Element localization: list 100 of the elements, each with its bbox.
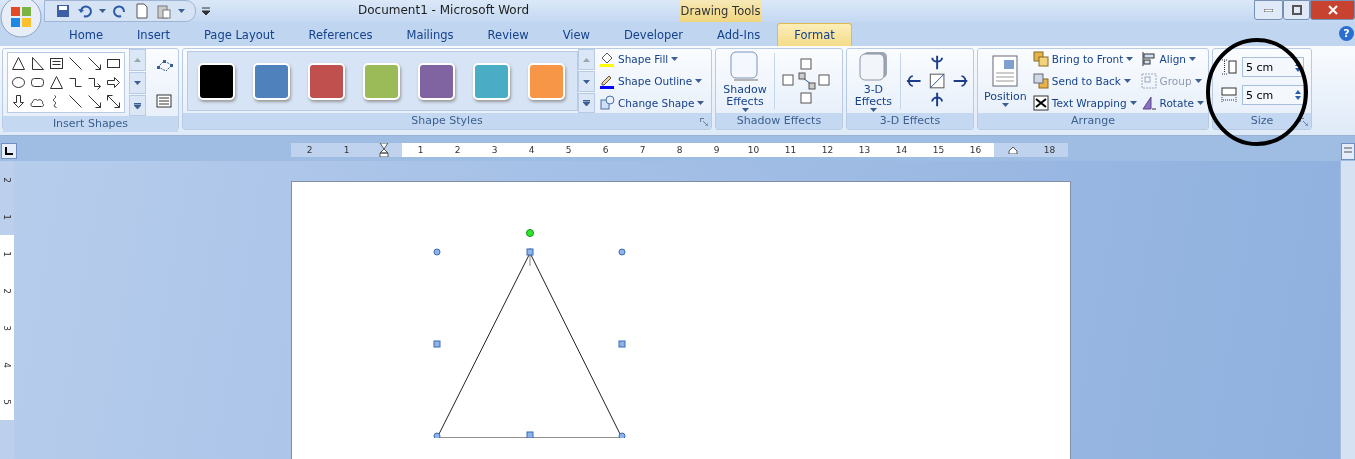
spinner-arrows-icon <box>1295 62 1301 72</box>
3d-square-icon <box>857 50 890 82</box>
scroll-down-button[interactable] <box>578 71 595 92</box>
shape-command[interactable]: Change Shape <box>599 94 705 112</box>
style-swatch[interactable] <box>363 62 400 100</box>
new-document-icon[interactable] <box>134 3 150 19</box>
arrange-command[interactable]: Bring to Front <box>1032 50 1137 68</box>
scroll-down-button[interactable] <box>129 72 146 94</box>
ribbon-tab[interactable]: Mailings <box>389 24 471 46</box>
indent-marker-icon[interactable] <box>1007 146 1018 154</box>
caret-icon <box>178 9 185 13</box>
style-swatch[interactable] <box>308 62 345 100</box>
save-icon[interactable] <box>55 3 71 19</box>
group-label: Insert Shapes <box>3 116 178 132</box>
position-button[interactable]: Position <box>982 55 1029 107</box>
left-tab-icon <box>5 147 13 155</box>
group-icon <box>1140 73 1157 89</box>
minimize-icon <box>1264 8 1273 12</box>
view-ruler-icon[interactable] <box>1341 143 1355 161</box>
undo-icon[interactable] <box>77 3 93 19</box>
ruler-number: 2 <box>439 143 476 157</box>
ruler-number: 14 <box>883 143 920 157</box>
width-field[interactable]: 5 cm <box>1242 85 1304 105</box>
ribbon-tab[interactable]: Insert <box>119 24 187 46</box>
more-button[interactable] <box>129 95 146 116</box>
arrange-command[interactable]: Rotate <box>1140 94 1204 112</box>
page-layout-icon <box>992 55 1019 87</box>
arrange-command[interactable]: Align <box>1140 50 1204 68</box>
ribbon-tab[interactable]: Review <box>470 24 546 46</box>
style-swatch[interactable] <box>418 62 455 100</box>
style-swatch[interactable] <box>528 62 565 100</box>
ruler-number: 1 <box>402 143 439 157</box>
ruler-number: 6 <box>587 143 624 157</box>
ribbon-tab[interactable]: Developer <box>606 24 701 46</box>
align-icon <box>1140 51 1157 67</box>
vertical-scrollbar[interactable] <box>1340 161 1355 459</box>
group-label: Size <box>1213 113 1311 129</box>
group-label: Shape Styles <box>183 113 711 129</box>
ruler-number: 4 <box>0 346 14 383</box>
caret-icon <box>1001 103 1009 107</box>
text-wrapping-icon <box>1032 95 1049 111</box>
ruler-number: 1 <box>328 143 365 157</box>
style-swatch[interactable] <box>198 62 235 100</box>
ruler-number: 9 <box>698 143 735 157</box>
shape-height-icon <box>1220 58 1238 76</box>
close-button[interactable] <box>1310 0 1355 20</box>
ribbon-tab[interactable]: View <box>545 24 607 46</box>
minimize-button[interactable] <box>1254 0 1283 20</box>
ruler-number: 13 <box>846 143 883 157</box>
more-arrow-icon <box>583 100 590 106</box>
more-arrow-icon <box>134 102 141 109</box>
restore-button[interactable] <box>1283 0 1310 20</box>
tab-selector[interactable] <box>1 143 17 159</box>
spinner-arrows-icon <box>1295 90 1301 100</box>
ribbon-tab[interactable]: Home <box>52 24 120 46</box>
3d-effects-button[interactable]: 3-D Effects <box>851 50 896 112</box>
ruler-number: 5 <box>0 383 14 420</box>
restore-icon <box>1291 5 1302 15</box>
ruler-number: 12 <box>809 143 846 157</box>
triangle-icon[interactable] <box>47 73 66 92</box>
customize-toolbar-icon[interactable] <box>202 7 210 15</box>
shadow-effects-button[interactable]: Shadow Effects <box>720 50 770 112</box>
ruler-number: 15 <box>920 143 957 157</box>
help-button[interactable]: ? <box>1339 26 1354 41</box>
caret-icon <box>99 9 106 13</box>
ribbon-tab[interactable]: Format <box>777 23 852 46</box>
arrange-command[interactable]: Send to Back <box>1032 72 1137 90</box>
up-arrow-icon <box>583 57 590 62</box>
style-swatch[interactable] <box>473 62 510 100</box>
shape-command[interactable]: Shape Fill <box>599 50 705 68</box>
rotate-icon <box>1140 95 1157 111</box>
caret-icon <box>1194 79 1202 83</box>
ribbon-tab[interactable]: Page Layout <box>186 24 292 46</box>
ruler-number: 1 <box>0 235 14 272</box>
ruler-number: 16 <box>957 143 994 157</box>
style-swatch[interactable] <box>253 62 290 100</box>
ribbon-tab[interactable]: References <box>291 24 390 46</box>
window-title: Document1 - Microsoft Word <box>358 3 530 17</box>
paste-icon[interactable] <box>156 3 172 19</box>
change-shape-icon <box>599 95 615 111</box>
ruler-number: 5 <box>550 143 587 157</box>
arrow-line-icon[interactable] <box>85 92 104 111</box>
redo-icon[interactable] <box>112 3 128 19</box>
ruler-number: 4 <box>513 143 550 157</box>
triangle-icon[interactable] <box>9 54 28 73</box>
group-label: Arrange <box>978 113 1208 129</box>
double-arrow-line-icon[interactable] <box>104 92 123 111</box>
indent-marker-icon[interactable] <box>378 143 389 157</box>
caret-icon <box>1123 79 1131 83</box>
more-button[interactable] <box>578 93 595 113</box>
dialog-launcher-icon[interactable] <box>1300 118 1308 126</box>
ruler-number: 7 <box>624 143 661 157</box>
arrange-command[interactable]: Text Wrapping <box>1032 94 1137 112</box>
close-icon <box>1327 5 1338 15</box>
ribbon-tab[interactable]: Add-Ins <box>700 24 778 46</box>
contextual-tab-group: Drawing Tools <box>679 0 762 22</box>
shape-command[interactable]: Shape Outline <box>599 72 705 90</box>
pencil-icon <box>599 73 615 89</box>
height-field[interactable]: 5 cm <box>1242 57 1304 77</box>
arrow-line-icon[interactable] <box>85 54 104 73</box>
